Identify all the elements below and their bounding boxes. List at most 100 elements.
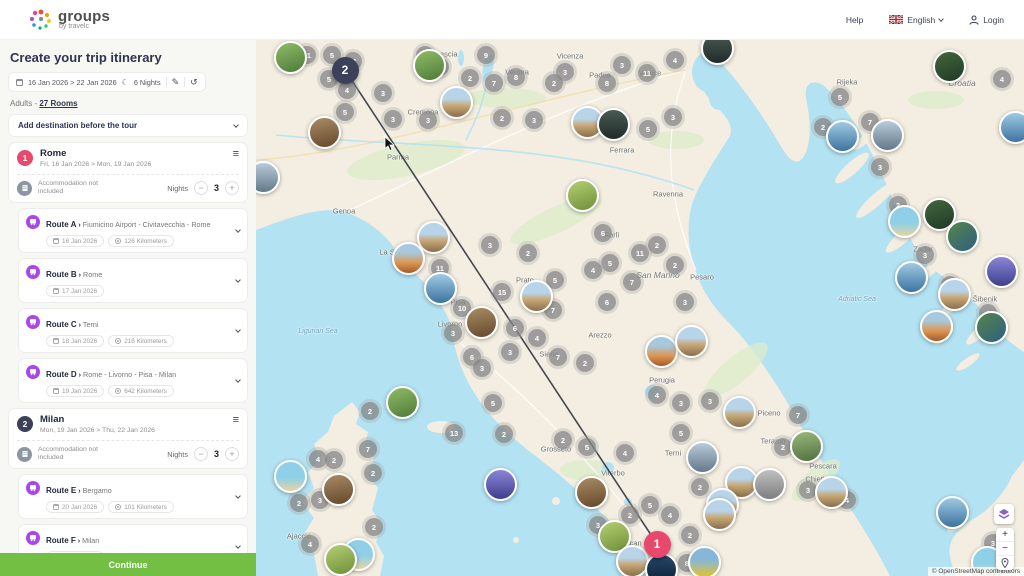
cluster-marker[interactable]: 3 [419, 111, 437, 129]
photo-marker[interactable] [920, 310, 953, 343]
cluster-marker[interactable]: 3 [916, 246, 934, 264]
cluster-marker[interactable]: 3 [444, 324, 462, 342]
cluster-marker[interactable]: 7 [359, 440, 377, 458]
cluster-marker[interactable]: 5 [601, 254, 619, 272]
photo-marker[interactable] [675, 325, 708, 358]
cluster-marker[interactable]: 4 [648, 386, 666, 404]
cluster-marker[interactable]: 2 [576, 354, 594, 372]
cluster-marker[interactable]: 5 [639, 120, 657, 138]
destination-marker-1[interactable]: 1 [644, 531, 671, 558]
menu-icon[interactable]: ≡ [233, 415, 239, 425]
route-card-c[interactable]: Route C › Terni 18 Jan 2026 216 Kilomete… [18, 308, 248, 353]
photo-marker[interactable] [815, 476, 848, 509]
photo-marker[interactable] [465, 306, 498, 339]
photo-marker[interactable] [645, 335, 678, 368]
nights-increment-button[interactable]: + [225, 447, 239, 461]
cluster-marker[interactable]: 2 [495, 425, 513, 443]
cluster-marker[interactable]: 2 [681, 526, 699, 544]
cluster-marker[interactable]: 3 [676, 293, 694, 311]
cluster-marker[interactable]: 4 [616, 444, 634, 462]
cluster-marker[interactable]: 5 [484, 394, 502, 412]
cluster-marker[interactable]: 5 [831, 88, 849, 106]
photo-marker[interactable] [413, 49, 446, 82]
cluster-marker[interactable]: 7 [623, 273, 641, 291]
photo-marker[interactable] [256, 161, 280, 194]
cluster-marker[interactable]: 11 [638, 64, 656, 82]
cluster-marker[interactable]: 3 [701, 392, 719, 410]
photo-marker[interactable] [701, 40, 734, 65]
route-card-b[interactable]: Route B › Rome 17 Jan 2026 [18, 258, 248, 303]
edit-dates-icon[interactable]: ✎ [172, 78, 180, 87]
cluster-marker[interactable]: 2 [621, 506, 639, 524]
photo-marker[interactable] [484, 468, 517, 501]
cluster-marker[interactable]: 3 [473, 359, 491, 377]
help-link[interactable]: Help [846, 15, 863, 25]
rooms-link[interactable]: 27 Rooms [39, 99, 77, 108]
cluster-marker[interactable]: 6 [598, 293, 616, 311]
cluster-marker[interactable]: 2 [691, 478, 709, 496]
login-button[interactable]: Login [969, 15, 1004, 25]
cluster-marker[interactable]: 2 [365, 518, 383, 536]
photo-marker[interactable] [871, 119, 904, 152]
cluster-marker[interactable]: 2 [493, 109, 511, 127]
cluster-marker[interactable]: 3 [525, 111, 543, 129]
cluster-marker[interactable]: 5 [672, 424, 690, 442]
zoom-out-button[interactable]: − [996, 542, 1014, 556]
route-card-a[interactable]: Route A › Fiumicino Airport - Civitavecc… [18, 208, 248, 253]
cluster-marker[interactable]: 2 [554, 431, 572, 449]
photo-marker[interactable] [386, 386, 419, 419]
cluster-marker[interactable]: 3 [664, 108, 682, 126]
recenter-pin-button[interactable] [996, 556, 1014, 570]
route-card-f[interactable]: Route F › Milan 21 Jan 2026 [18, 524, 248, 553]
cluster-marker[interactable]: 3 [871, 158, 889, 176]
photo-marker[interactable] [946, 220, 979, 253]
app-logo[interactable]: groups by travelc [28, 7, 110, 33]
cluster-marker[interactable]: 4 [301, 535, 319, 553]
map-layers-button[interactable] [994, 504, 1014, 524]
photo-marker[interactable] [753, 468, 786, 501]
cluster-marker[interactable]: 2 [361, 402, 379, 420]
photo-marker[interactable] [790, 430, 823, 463]
cluster-marker[interactable]: 3 [613, 56, 631, 74]
photo-marker[interactable] [936, 496, 969, 529]
photo-marker[interactable] [597, 108, 630, 141]
photo-marker[interactable] [575, 476, 608, 509]
cluster-marker[interactable]: 4 [338, 81, 356, 99]
cluster-marker[interactable]: 7 [789, 406, 807, 424]
cluster-marker[interactable]: 4 [584, 261, 602, 279]
zoom-in-button[interactable]: + [996, 528, 1014, 542]
photo-marker[interactable] [895, 261, 928, 294]
nights-decrement-button[interactable]: − [194, 447, 208, 461]
photo-marker[interactable] [999, 111, 1024, 144]
photo-marker[interactable] [985, 255, 1018, 288]
cluster-marker[interactable]: 6 [506, 319, 524, 337]
cluster-marker[interactable]: 15 [493, 283, 511, 301]
photo-marker[interactable] [723, 396, 756, 429]
photo-marker[interactable] [324, 543, 357, 576]
photo-marker[interactable] [975, 311, 1008, 344]
cluster-marker[interactable]: 4 [993, 70, 1011, 88]
cluster-marker[interactable]: 2 [290, 494, 308, 512]
reset-icon[interactable]: ↺ [190, 78, 198, 87]
photo-marker[interactable] [322, 473, 355, 506]
add-destination-before[interactable]: Add destination before the tour [8, 114, 248, 137]
photo-marker[interactable] [703, 498, 736, 531]
date-range-bar[interactable]: 16 Jan 2026 > 22 Jan 2026 ☾ 6 Nights ✎ ↺ [8, 72, 206, 92]
cluster-marker[interactable]: 5 [641, 496, 659, 514]
photo-marker[interactable] [826, 120, 859, 153]
cluster-marker[interactable]: 8 [507, 68, 525, 86]
cluster-marker[interactable]: 2 [325, 451, 343, 469]
photo-marker[interactable] [520, 280, 553, 313]
nights-decrement-button[interactable]: − [194, 181, 208, 195]
photo-marker[interactable] [274, 41, 307, 74]
cluster-marker[interactable]: 5 [578, 438, 596, 456]
map-panel[interactable]: BresciaVicenzaVeronaPaduaVeniceCremonaPa… [256, 40, 1024, 576]
cluster-marker[interactable]: 13 [445, 424, 463, 442]
cluster-marker[interactable]: 2 [461, 69, 479, 87]
menu-icon[interactable]: ≡ [233, 149, 239, 159]
cluster-marker[interactable]: 2 [519, 244, 537, 262]
cluster-marker[interactable]: 5 [336, 103, 354, 121]
cluster-marker[interactable]: 11 [631, 244, 649, 262]
photo-marker[interactable] [933, 50, 966, 83]
cluster-marker[interactable]: 2 [545, 74, 563, 92]
